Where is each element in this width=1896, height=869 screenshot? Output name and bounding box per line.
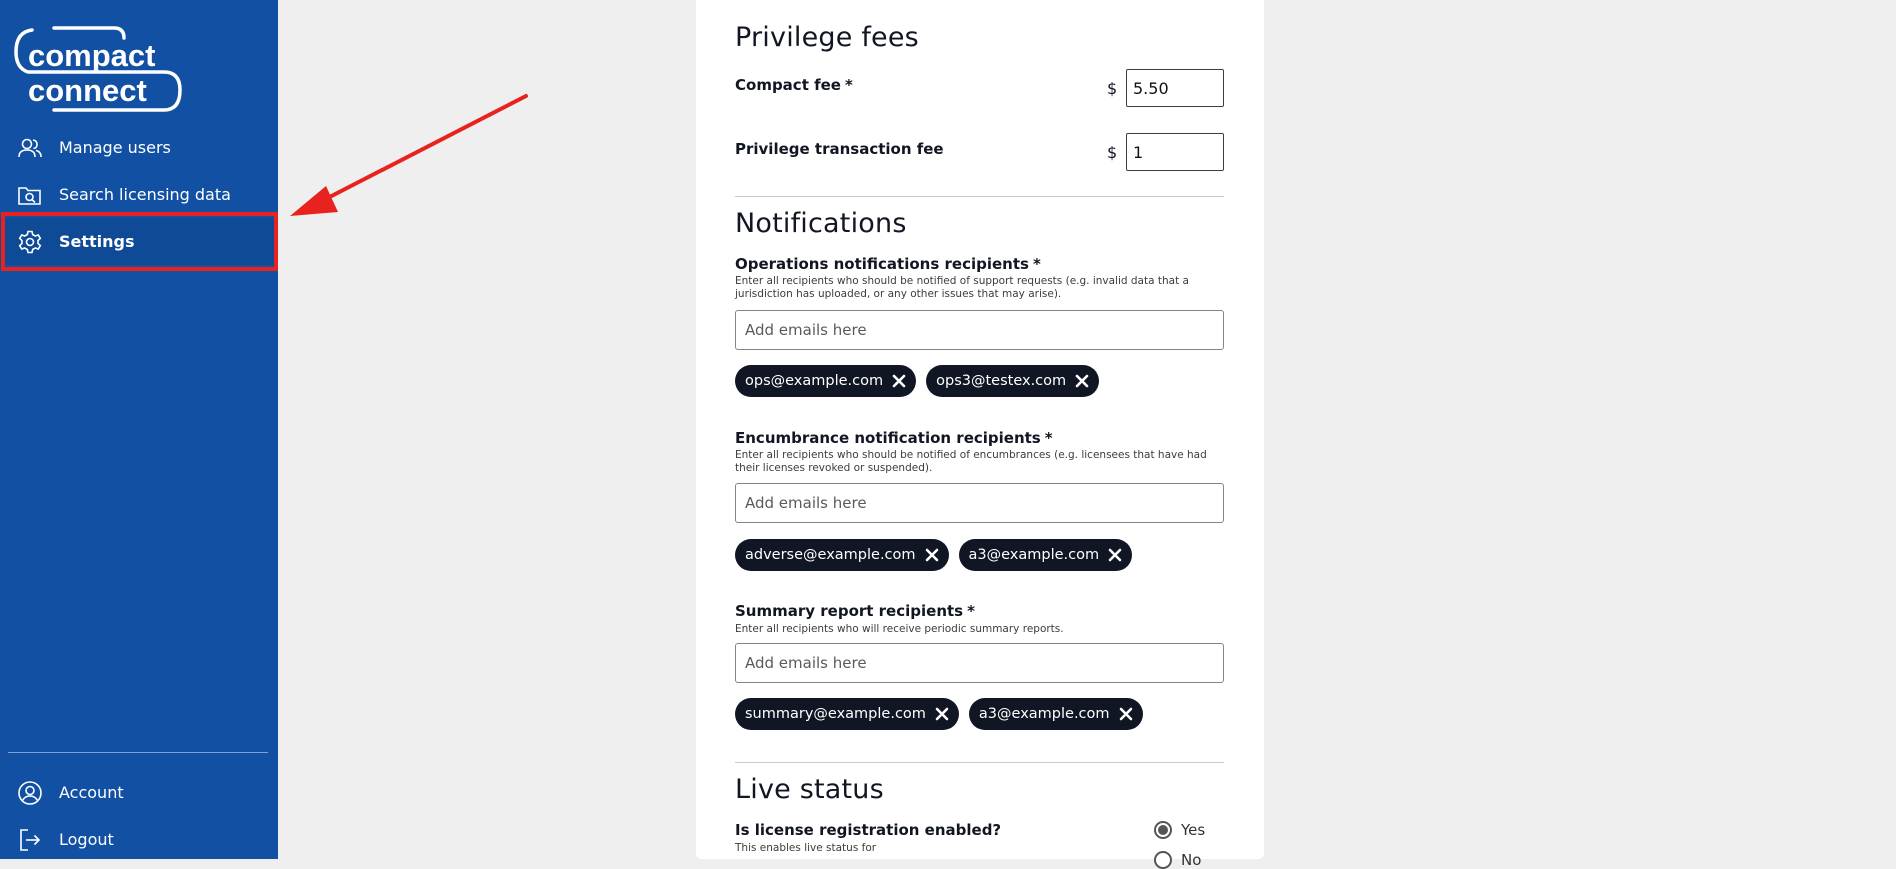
close-icon[interactable] xyxy=(1119,707,1133,721)
summary-email-chips: summary@example.com a3@example.com xyxy=(735,698,1143,730)
operations-email-chips: ops@example.com ops3@testex.com xyxy=(735,365,1100,397)
sidebar: compact connect Manage users Search lice… xyxy=(0,0,278,859)
live-status-heading: Live status xyxy=(735,774,884,805)
sidebar-divider xyxy=(8,752,268,753)
operations-recipients-help: Enter all recipients who should be notif… xyxy=(735,275,1189,300)
operations-recipients-label: Operations notifications recipients * xyxy=(735,255,1041,273)
compact-fee-label-text: Compact fee xyxy=(735,76,841,94)
settings-highlight-box xyxy=(1,212,278,271)
required-mark: * xyxy=(1044,429,1053,447)
nav-logout-label: Logout xyxy=(59,830,114,849)
summary-recipients-label-text: Summary report recipients xyxy=(735,602,964,620)
privilege-fees-heading: Privilege fees xyxy=(735,22,919,53)
encumbrance-recipients-label: Encumbrance notification recipients * xyxy=(735,429,1053,447)
encumbrance-email-chips: adverse@example.com a3@example.com xyxy=(735,539,1133,571)
close-icon[interactable] xyxy=(892,374,906,388)
operations-recipients-label-text: Operations notifications recipients xyxy=(735,255,1029,273)
operations-email-input[interactable] xyxy=(735,310,1224,350)
email-chip: ops3@testex.com xyxy=(926,365,1100,397)
encumbrance-email-input[interactable] xyxy=(735,483,1224,523)
required-mark: * xyxy=(1032,255,1041,273)
compact-fee-label: Compact fee * xyxy=(735,76,853,94)
compact-connect-logo[interactable]: compact connect xyxy=(14,24,184,114)
nav-logout[interactable]: Logout xyxy=(0,816,278,863)
close-icon[interactable] xyxy=(1075,374,1089,388)
settings-panel: Privilege fees Compact fee* $ Privilege … xyxy=(696,0,1264,869)
radio-no-label: No xyxy=(1181,851,1202,869)
required-mark: * xyxy=(844,76,853,94)
logo-graphic: compact connect xyxy=(14,26,182,112)
logout-icon xyxy=(16,826,44,854)
encumbrance-recipients-help: Enter all recipients who should be notif… xyxy=(735,449,1207,474)
required-mark: * xyxy=(967,602,975,620)
email-chip-text: adverse@example.com xyxy=(745,547,916,563)
compact-fee-input[interactable] xyxy=(1126,69,1224,107)
nav-search-licensing-data[interactable]: Search licensing data xyxy=(0,171,278,218)
close-icon[interactable] xyxy=(935,707,949,721)
nav-manage-users-label: Manage users xyxy=(59,138,171,157)
section-divider xyxy=(735,762,1224,763)
users-icon xyxy=(16,134,44,162)
account-icon xyxy=(16,779,44,807)
email-chip: a3@example.com xyxy=(958,539,1133,571)
encumbrance-recipients-label-text: Encumbrance notification recipients xyxy=(735,429,1041,447)
logo-text-connect: connect xyxy=(28,73,147,108)
email-chip: summary@example.com xyxy=(735,698,959,730)
summary-recipients-help: Enter all recipients who will receive pe… xyxy=(735,623,1064,635)
summary-email-input[interactable] xyxy=(735,643,1224,683)
red-arrow-annotation xyxy=(290,94,528,216)
radio-selected-dot xyxy=(1158,825,1168,835)
email-chip-text: ops3@testex.com xyxy=(936,373,1067,389)
summary-recipients-label: Summary report recipients * xyxy=(735,602,975,620)
radio-option-no[interactable]: No xyxy=(1154,851,1201,869)
registration-enabled-label: Is license registration enabled? xyxy=(735,821,1002,839)
email-chip-text: ops@example.com xyxy=(745,373,884,389)
compact-fee-currency: $ xyxy=(1107,79,1118,98)
email-chip: a3@example.com xyxy=(968,698,1143,730)
nav-search-licensing-data-label: Search licensing data xyxy=(59,185,231,204)
close-icon[interactable] xyxy=(925,548,939,562)
close-icon[interactable] xyxy=(1108,548,1122,562)
radio-option-yes[interactable]: Yes xyxy=(1154,821,1205,839)
email-chip-text: a3@example.com xyxy=(968,547,1100,563)
nav-manage-users[interactable]: Manage users xyxy=(0,124,278,171)
transaction-fee-input[interactable] xyxy=(1126,133,1224,171)
nav-account-label: Account xyxy=(59,783,124,802)
email-chip-text: summary@example.com xyxy=(745,706,926,722)
transaction-fee-label: Privilege transaction fee xyxy=(735,140,944,158)
email-chip: ops@example.com xyxy=(735,365,917,397)
nav-account[interactable]: Account xyxy=(0,769,278,816)
folder-search-icon xyxy=(16,181,44,209)
radio-no[interactable] xyxy=(1154,851,1172,869)
logo-text-compact: compact xyxy=(28,38,155,73)
radio-yes[interactable] xyxy=(1154,821,1172,839)
email-chip: adverse@example.com xyxy=(735,539,949,571)
transaction-fee-currency: $ xyxy=(1107,143,1118,162)
notifications-heading: Notifications xyxy=(735,208,907,239)
email-chip-text: a3@example.com xyxy=(978,706,1110,722)
section-divider xyxy=(735,196,1224,197)
radio-yes-label: Yes xyxy=(1181,821,1206,839)
registration-enabled-help: This enables live status for xyxy=(735,842,877,854)
